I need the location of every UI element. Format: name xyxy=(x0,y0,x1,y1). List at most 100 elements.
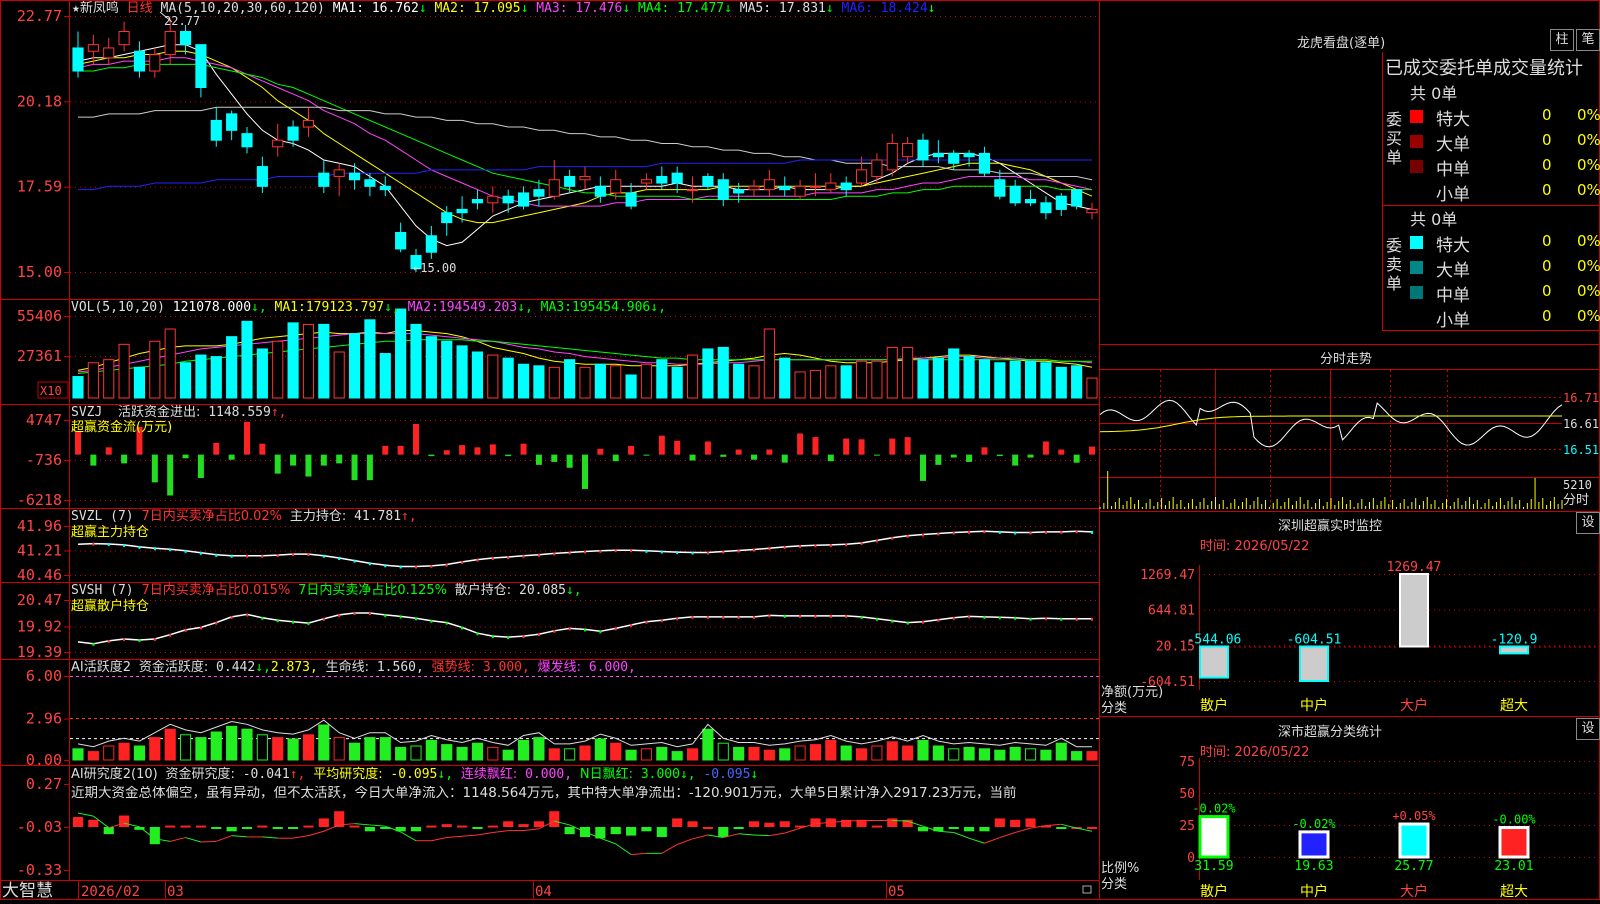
fund-flow-bar[interactable] xyxy=(228,454,235,460)
activity-bar[interactable] xyxy=(87,751,99,761)
research-bar[interactable] xyxy=(1010,819,1021,827)
research-bar[interactable] xyxy=(610,827,621,835)
candle[interactable] xyxy=(241,127,253,154)
activity-bar[interactable] xyxy=(210,731,222,761)
star-icon[interactable]: ★ xyxy=(72,1,80,16)
research-bar[interactable] xyxy=(672,818,683,827)
activity-bar[interactable] xyxy=(72,748,84,761)
activity-bar[interactable] xyxy=(533,737,545,761)
fund-flow-bar[interactable] xyxy=(366,454,373,481)
fund-flow-bar[interactable] xyxy=(428,454,435,457)
fund-flow-bar[interactable] xyxy=(90,454,97,466)
volume-bar[interactable] xyxy=(425,336,437,399)
candle[interactable] xyxy=(717,173,729,207)
volume-bar[interactable] xyxy=(333,351,345,399)
research-bar[interactable] xyxy=(533,821,544,827)
fund-flow-bar[interactable] xyxy=(904,437,911,455)
activity-bar[interactable] xyxy=(179,734,192,761)
activity-bar[interactable] xyxy=(1071,751,1083,761)
volume-bar[interactable] xyxy=(902,346,914,399)
volume-bar[interactable] xyxy=(533,365,545,399)
fund-flow-bar[interactable] xyxy=(812,437,819,455)
research-bar[interactable] xyxy=(503,821,514,827)
volume-bar[interactable] xyxy=(302,323,315,399)
candle[interactable] xyxy=(779,176,791,197)
candle[interactable] xyxy=(118,21,130,52)
monitor-bar-1[interactable] xyxy=(1299,645,1329,682)
volume-bar[interactable] xyxy=(410,323,422,399)
volume-bar[interactable] xyxy=(855,360,868,399)
research-bar[interactable] xyxy=(103,827,114,835)
activity-bar[interactable] xyxy=(610,742,622,761)
fund-flow-bar[interactable] xyxy=(505,454,512,457)
volume-bar[interactable] xyxy=(640,363,653,399)
candle[interactable] xyxy=(978,146,991,177)
fund-flow-bar[interactable] xyxy=(612,454,619,462)
fund-flow-bar[interactable] xyxy=(720,454,727,457)
research-bar[interactable] xyxy=(195,825,206,828)
candle[interactable] xyxy=(348,163,361,190)
volume-bar[interactable] xyxy=(364,319,376,399)
candle[interactable] xyxy=(425,225,437,259)
candle[interactable] xyxy=(318,159,330,193)
research-bar[interactable] xyxy=(1086,827,1098,829)
fund-flow-bar[interactable] xyxy=(351,454,358,481)
fund-flow-bar[interactable] xyxy=(151,454,158,483)
fund-flow-bar[interactable] xyxy=(843,438,850,455)
volume-bar[interactable] xyxy=(978,359,991,399)
activity-bar[interactable] xyxy=(1024,748,1037,761)
volume-bar[interactable] xyxy=(625,374,637,399)
volume-bar[interactable] xyxy=(610,365,622,399)
volume-bar[interactable] xyxy=(702,348,714,399)
activity-bar[interactable] xyxy=(917,739,929,761)
research-bar[interactable] xyxy=(933,827,944,832)
fund-flow-bar[interactable] xyxy=(628,445,635,455)
activity-bar[interactable] xyxy=(318,724,330,761)
research-bar[interactable] xyxy=(288,827,299,829)
activity-bar[interactable] xyxy=(871,745,883,761)
volume-bar[interactable] xyxy=(763,328,775,399)
volume-bar[interactable] xyxy=(948,348,960,399)
research-bar[interactable] xyxy=(979,827,990,832)
activity-bar[interactable] xyxy=(272,737,284,761)
activity-bar[interactable] xyxy=(333,737,345,761)
volume-bar[interactable] xyxy=(133,366,146,399)
candle[interactable] xyxy=(902,136,914,164)
research-bar[interactable] xyxy=(702,827,713,829)
volume-bar[interactable] xyxy=(779,357,791,399)
research-bar[interactable] xyxy=(948,827,959,829)
fund-flow-bar[interactable] xyxy=(182,454,189,459)
volume-bar[interactable] xyxy=(825,365,837,399)
volume-bar[interactable] xyxy=(471,351,484,399)
volume-bar[interactable] xyxy=(395,308,407,399)
fund-flow-bar[interactable] xyxy=(950,454,957,458)
volume-bar[interactable] xyxy=(994,362,1006,399)
fund-flow-bar[interactable] xyxy=(920,454,926,481)
activity-bar[interactable] xyxy=(825,739,837,761)
research-bar[interactable] xyxy=(72,816,84,827)
fund-flow-bar[interactable] xyxy=(689,454,696,461)
fund-flow-bar[interactable] xyxy=(320,454,327,466)
fund-flow-bar[interactable] xyxy=(305,454,312,477)
ai-research-bars[interactable] xyxy=(72,811,1098,856)
candle[interactable] xyxy=(226,110,238,141)
fund-flow-bar[interactable] xyxy=(489,444,496,455)
activity-bar[interactable] xyxy=(103,745,115,761)
research-bar[interactable] xyxy=(518,824,529,827)
candle[interactable] xyxy=(886,133,898,177)
research-bar[interactable] xyxy=(733,827,744,829)
candle[interactable] xyxy=(149,47,161,78)
volume-bar[interactable] xyxy=(871,360,883,399)
activity-bar[interactable] xyxy=(118,742,130,761)
research-bar[interactable] xyxy=(748,821,760,827)
volume-bar[interactable] xyxy=(748,365,760,399)
activity-bar[interactable] xyxy=(548,748,560,761)
volume-bar[interactable] xyxy=(456,345,468,399)
candle[interactable] xyxy=(471,189,484,210)
volume-bar[interactable] xyxy=(164,328,176,399)
research-bar[interactable] xyxy=(88,819,99,827)
research-bar[interactable] xyxy=(487,825,498,828)
fund-flow-bar[interactable] xyxy=(443,450,450,455)
activity-bar[interactable] xyxy=(686,748,699,761)
research-bar[interactable] xyxy=(165,825,176,828)
